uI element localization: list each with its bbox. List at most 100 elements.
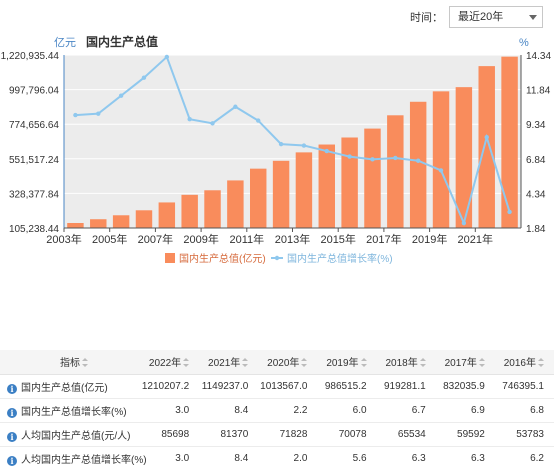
growth-point: [484, 135, 489, 140]
row-label: 国内生产总值(亿元): [21, 382, 108, 394]
bar: [364, 128, 381, 228]
y-left-unit: 亿元: [54, 36, 76, 49]
bar: [158, 202, 176, 228]
table-header-row: 指标 2022年 2021年 2020年 2019年 2018年 2017年 2016年: [0, 350, 554, 375]
bar: [387, 115, 404, 228]
data-table: 指标 2022年 2021年 2020年 2019年 2018年 2017年 2016年 i国…: [0, 350, 554, 470]
header-year[interactable]: 2022年: [140, 350, 200, 375]
header-year-label: 2016年: [503, 358, 536, 370]
table-cell: 6.7: [376, 398, 436, 423]
table-row: i 国内生产总值增长率(%) 3.0 8.4 2.2 6.0 6.7 6.9 6.8: [0, 398, 554, 423]
header-year[interactable]: 2019年: [317, 350, 377, 375]
table-cell: 85698: [140, 422, 200, 447]
table-cell: 6.9: [435, 398, 495, 423]
table-cell: 2.0: [258, 446, 318, 470]
x-tick-label: 2009年: [183, 232, 218, 246]
sort-icon[interactable]: [478, 358, 485, 368]
x-tick-label: 2021年: [458, 232, 493, 246]
time-filter: 时间： 最近20年: [410, 6, 543, 28]
header-year-label: 2021年: [208, 358, 241, 370]
table-cell: 746395.1: [494, 374, 554, 399]
sort-icon[interactable]: [242, 358, 249, 368]
growth-point: [438, 168, 444, 173]
table-cell: 5.6: [317, 446, 377, 470]
info-icon[interactable]: i: [7, 431, 17, 442]
growth-point: [141, 75, 147, 80]
bar: [227, 180, 244, 228]
x-tick-label: 2003年: [46, 232, 81, 246]
time-filter-label: 时间：: [410, 12, 443, 24]
info-icon[interactable]: i: [7, 407, 17, 418]
bar: [90, 219, 107, 228]
y-right-tick-label: 6.84: [526, 155, 546, 166]
sort-icon[interactable]: [419, 358, 426, 368]
y-right-tick-label: 14.34: [526, 51, 551, 62]
info-icon[interactable]: i: [7, 455, 17, 466]
chevron-down-icon: [529, 15, 537, 20]
bar: [501, 56, 518, 229]
bar: [409, 101, 427, 228]
table-cell: 8.4: [199, 446, 259, 470]
table-cell: 59592: [435, 422, 495, 447]
row-label-cell: i 国内生产总值增长率(%): [0, 398, 140, 423]
sort-icon[interactable]: [538, 358, 544, 368]
growth-point: [210, 121, 215, 126]
header-year[interactable]: 2021年: [199, 350, 259, 375]
table-row: i 人均国内生产总值(元/人) 85698 81370 71828 70078 65534 5…: [0, 422, 554, 447]
growth-point: [256, 118, 261, 123]
bar: [432, 91, 450, 228]
growth-point: [324, 148, 329, 154]
y-left-tick-label: 997,796.04: [9, 86, 59, 97]
sort-icon[interactable]: [360, 358, 367, 368]
bar: [135, 210, 153, 228]
sort-icon[interactable]: [82, 358, 88, 368]
header-year-label: 2022年: [148, 358, 182, 370]
bar: [272, 160, 290, 228]
y-right-tick-label: 9.34: [526, 120, 546, 131]
y-right-unit: %: [519, 37, 529, 49]
bar: [249, 168, 267, 228]
growth-point: [187, 117, 192, 122]
x-tick-label: 2017年: [366, 232, 401, 246]
header-year[interactable]: 2017年: [435, 350, 495, 375]
x-tick-label: 2015年: [320, 232, 355, 246]
x-tick-label: 2005年: [92, 232, 127, 246]
table-cell: 6.3: [376, 446, 436, 470]
x-tick-label: 2013年: [275, 232, 310, 246]
y-right-tick-label: 4.34: [526, 189, 546, 200]
time-range-select[interactable]: 最近20年: [449, 6, 543, 28]
header-indicator-label: 指标: [60, 358, 80, 370]
growth-point: [164, 54, 170, 60]
header-year-label: 2018年: [385, 358, 418, 370]
bar: [67, 223, 84, 228]
table-cell: 2.2: [258, 398, 318, 423]
growth-point: [278, 141, 284, 147]
bar: [295, 152, 313, 228]
header-year[interactable]: 2016年: [494, 350, 554, 375]
growth-point: [301, 143, 307, 148]
header-year[interactable]: 2020年: [258, 350, 318, 375]
y-left-tick-label: 328,377.84: [9, 189, 59, 200]
header-year-label: 2020年: [267, 358, 300, 370]
table-cell: 6.0: [317, 398, 377, 423]
chart-title: 国内生产总值: [86, 34, 158, 49]
table-cell: 65534: [376, 422, 436, 447]
growth-point: [370, 157, 375, 162]
growth-point: [73, 112, 78, 118]
info-icon[interactable]: i: [7, 383, 17, 394]
table-cell: 919281.1: [376, 374, 436, 399]
sort-icon[interactable]: [301, 358, 308, 368]
growth-point: [507, 209, 512, 215]
header-year[interactable]: 2018年: [376, 350, 436, 375]
row-label-cell: i 人均国内生产总值增长率(%): [0, 446, 147, 470]
x-tick-label: 2011年: [229, 232, 264, 246]
header-indicator[interactable]: 指标: [0, 350, 140, 375]
x-tick-label: 2019年: [412, 232, 447, 246]
table-cell: 81370: [199, 422, 259, 447]
sort-icon[interactable]: [183, 358, 190, 368]
row-label: 人均国内生产总值增长率(%): [21, 454, 147, 466]
row-label: 人均国内生产总值(元/人): [21, 430, 131, 442]
time-range-value: 最近20年: [458, 11, 504, 23]
growth-point: [233, 104, 238, 109]
bar: [318, 144, 336, 228]
